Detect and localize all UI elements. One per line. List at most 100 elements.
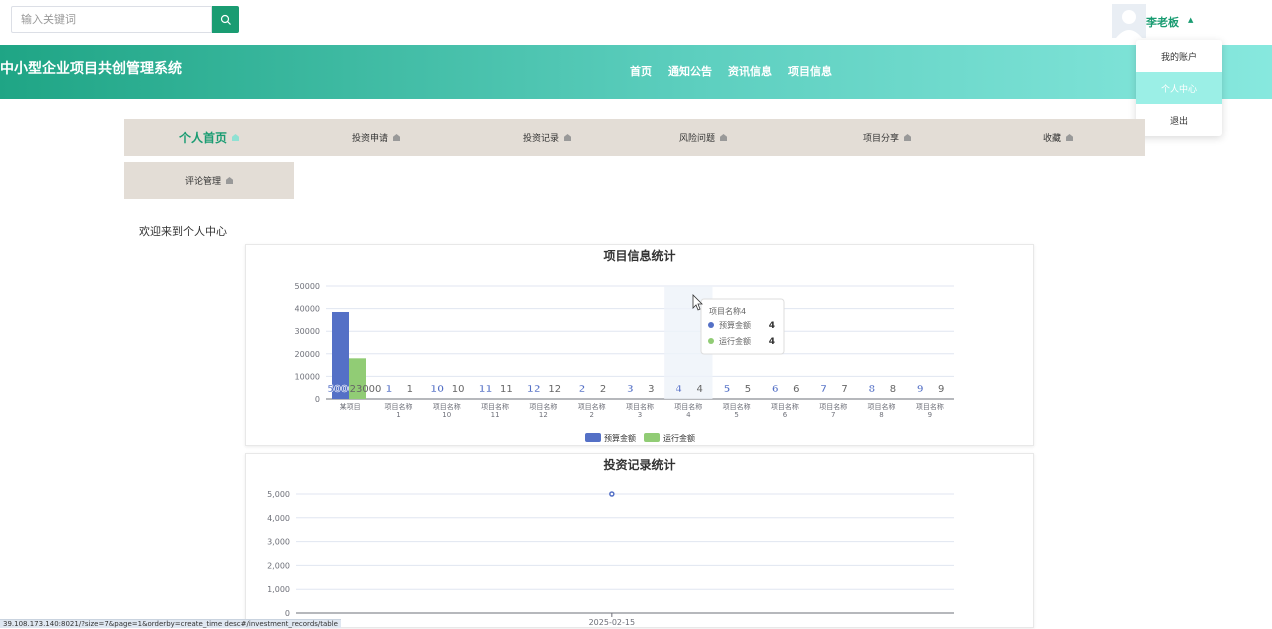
x-tick-label: 某项目 <box>340 403 361 411</box>
bar-data-label: 8 <box>868 384 875 395</box>
bar-data-label: 2 <box>600 384 606 395</box>
main-nav: 首页 通知公告 资讯信息 项目信息 <box>630 63 832 79</box>
bar-data-label: 9 <box>938 384 944 395</box>
site-title: 中小型企业项目共创管理系统 <box>0 58 182 78</box>
y-tick-label: 3,000 <box>267 538 290 547</box>
bar-data-label: 10 <box>430 384 444 395</box>
x-tick-label: 项目名称 <box>868 402 896 411</box>
user-name[interactable]: 李老板 <box>1146 14 1179 30</box>
y-tick-label: 4,000 <box>267 514 290 523</box>
legend-label: 运行金额 <box>663 433 695 443</box>
data-point <box>610 492 614 496</box>
y-tick-label: 10000 <box>295 372 320 381</box>
x-tick-label: 12 <box>539 411 548 419</box>
y-tick-label: 1,000 <box>267 585 290 594</box>
status-bar-url: 39.108.173.140:8021/?size=7&page=1&order… <box>0 619 341 628</box>
x-tick-label: 7 <box>831 411 835 419</box>
caret-up-icon: ▲ <box>1188 16 1193 24</box>
user-menu-trigger[interactable]: 李老板 ▲ <box>1112 4 1222 38</box>
x-tick-label: 6 <box>783 411 788 419</box>
nav-notices[interactable]: 通知公告 <box>668 63 712 79</box>
x-tick-label: 5 <box>734 411 738 419</box>
project-stats-chart: 500004000030000200001000005000023000某项目1… <box>246 245 1033 445</box>
search-button[interactable] <box>212 6 239 33</box>
tab-personal-home[interactable]: 个人首页 <box>179 119 239 156</box>
x-tick-label: 3 <box>638 411 642 419</box>
y-tick-label: 50000 <box>295 282 320 291</box>
tooltip-marker <box>708 338 714 344</box>
home-icon <box>904 134 911 141</box>
tab-risk-issues[interactable]: 风险问题 <box>679 119 727 156</box>
tooltip-row-label: 运行金额 <box>719 336 751 346</box>
x-tick-label: 项目名称 <box>916 402 944 411</box>
investment-stats-chart: 5,0004,0003,0002,0001,00002025-02-15 <box>246 454 1033 629</box>
bar-data-label: 3 <box>648 384 654 395</box>
avatar[interactable] <box>1112 4 1146 38</box>
bar-data-label: 8 <box>890 384 896 395</box>
home-icon <box>393 134 400 141</box>
bar-data-label: 2 <box>579 384 586 395</box>
home-icon <box>1066 134 1073 141</box>
tab-favorites[interactable]: 收藏 <box>1043 119 1073 156</box>
bar-data-label: 9 <box>917 384 924 395</box>
x-tick-label: 4 <box>686 411 691 419</box>
x-tick-label: 2 <box>589 411 593 419</box>
project-stats-card: 项目信息统计 500004000030000200001000005000023… <box>245 244 1034 446</box>
bar-data-label: 4 <box>675 384 682 395</box>
tab-investment-records[interactable]: 投资记录 <box>523 119 571 156</box>
top-bar: 李老板 ▲ <box>0 0 1272 45</box>
center-tabbar: 个人首页 投资申请 投资记录 风险问题 项目分享 收藏 <box>124 119 1145 156</box>
x-tick-label: 项目名称 <box>771 402 799 411</box>
nav-projects[interactable]: 项目信息 <box>788 63 832 79</box>
x-tick-label: 11 <box>491 411 500 419</box>
legend-label: 预算金额 <box>604 433 636 443</box>
bar-data-label: 11 <box>500 384 513 395</box>
tab-investment-apply[interactable]: 投资申请 <box>352 119 400 156</box>
x-tick-label: 9 <box>928 411 932 419</box>
bar-data-label: 6 <box>793 384 799 395</box>
menu-personal-center[interactable]: 个人中心 <box>1136 72 1222 104</box>
x-tick-label: 8 <box>879 411 883 419</box>
bar-data-label: 4 <box>696 384 702 395</box>
legend-swatch <box>585 433 601 442</box>
home-icon <box>720 134 727 141</box>
tab-label: 项目分享 <box>863 131 899 144</box>
tab-label: 评论管理 <box>185 174 221 187</box>
x-tick-label: 项目名称 <box>384 402 412 411</box>
bar-data-label: 1 <box>407 384 413 395</box>
y-tick-label: 0 <box>285 609 290 618</box>
tab-label: 风险问题 <box>679 131 715 144</box>
nav-news[interactable]: 资讯信息 <box>728 63 772 79</box>
tooltip-row-value: 4 <box>769 321 775 331</box>
nav-home[interactable]: 首页 <box>630 63 652 79</box>
y-tick-label: 20000 <box>295 350 320 359</box>
bar-data-label: 1 <box>385 384 392 395</box>
legend-swatch <box>644 433 660 442</box>
tooltip-row-label: 预算金额 <box>719 320 751 330</box>
x-tick-label: 项目名称 <box>626 402 654 411</box>
search-input[interactable] <box>11 6 212 33</box>
menu-logout[interactable]: 退出 <box>1136 104 1222 136</box>
search-icon <box>220 14 232 26</box>
avatar-icon <box>1112 4 1146 38</box>
x-tick-label: 项目名称 <box>674 402 702 411</box>
tab-label: 个人首页 <box>179 129 227 146</box>
bar-data-label: 11 <box>478 384 492 395</box>
bar-data-label: 3 <box>627 384 634 395</box>
x-tick-label: 1 <box>396 411 400 419</box>
bar-data-label: 7 <box>820 384 827 395</box>
tab-label: 投资记录 <box>523 131 559 144</box>
bar-data-label: 23000 <box>350 384 382 395</box>
tab-comment-management[interactable]: 评论管理 <box>124 162 294 199</box>
welcome-text: 欢迎来到个人中心 <box>139 223 227 239</box>
bar-data-label: 10 <box>452 384 465 395</box>
x-tick-label: 项目名称 <box>723 402 751 411</box>
user-dropdown: 我的账户 个人中心 退出 <box>1136 40 1222 136</box>
x-tick-label: 2025-02-15 <box>589 618 636 627</box>
menu-my-account[interactable]: 我的账户 <box>1136 40 1222 72</box>
y-tick-label: 40000 <box>295 305 320 314</box>
tooltip-title: 项目名称4 <box>709 306 746 316</box>
bar-data-label: 5 <box>723 384 730 395</box>
bar-data-label: 7 <box>841 384 847 395</box>
tab-project-share[interactable]: 项目分享 <box>863 119 911 156</box>
